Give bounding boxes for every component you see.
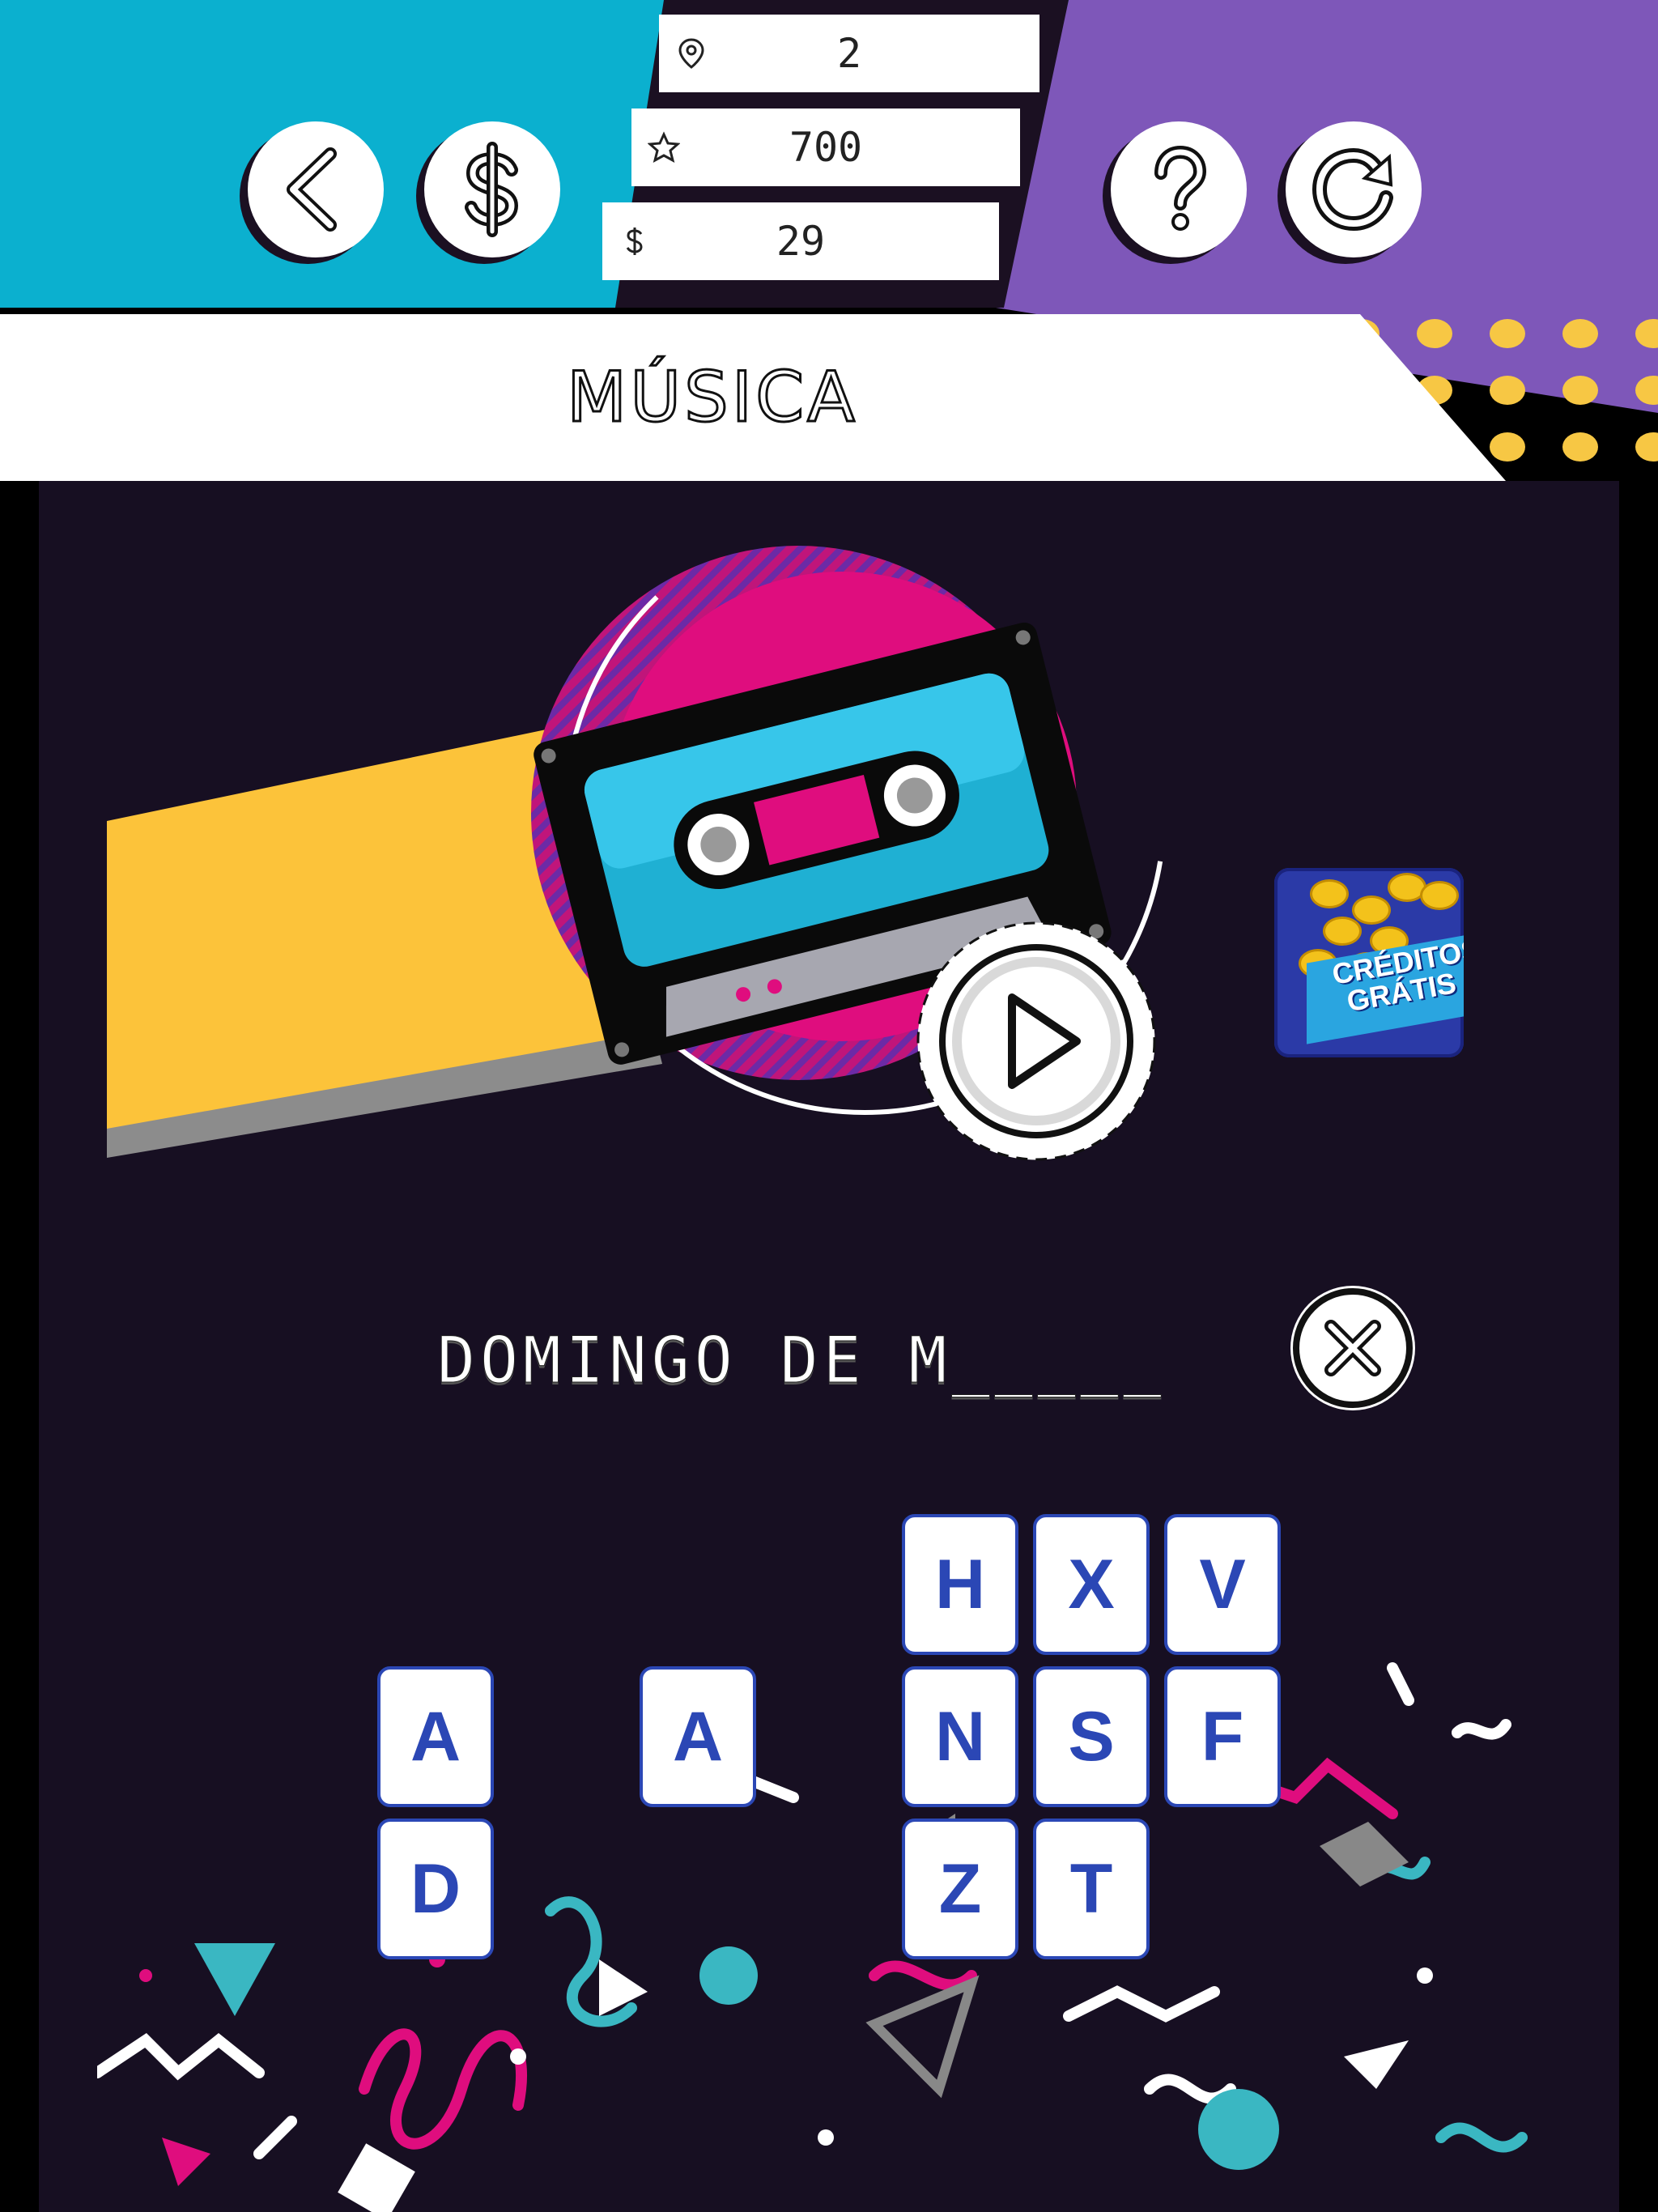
confetti-decoration bbox=[97, 1662, 1528, 2212]
play-icon bbox=[916, 921, 1156, 1161]
level-value: 2 bbox=[836, 30, 862, 77]
letter-tile-h[interactable]: H bbox=[902, 1514, 1018, 1655]
level-stat: 2 bbox=[659, 15, 1039, 92]
coins-value: 29 bbox=[776, 218, 826, 265]
back-arrow-icon bbox=[287, 147, 337, 232]
play-audio-button[interactable] bbox=[915, 920, 1158, 1163]
clear-answer-button[interactable] bbox=[1290, 1286, 1415, 1410]
letter-tile-a[interactable]: A bbox=[377, 1666, 494, 1807]
category-banner: MÚSICA bbox=[0, 314, 1506, 481]
help-button[interactable] bbox=[1111, 121, 1247, 257]
restart-button[interactable] bbox=[1286, 121, 1422, 257]
back-button[interactable] bbox=[248, 121, 384, 257]
coins-stat: 29 bbox=[602, 202, 999, 280]
free-credits-button[interactable]: CRÉDITOS GRÁTIS bbox=[1274, 868, 1464, 1057]
close-icon bbox=[1293, 1288, 1413, 1408]
cassette-illustration bbox=[107, 511, 1167, 1158]
question-mark-icon bbox=[1154, 145, 1207, 231]
shop-button[interactable] bbox=[424, 121, 560, 257]
score-stat: 700 bbox=[631, 108, 1020, 186]
letter-tile-v[interactable]: V bbox=[1164, 1514, 1281, 1655]
letter-tile-a[interactable]: A bbox=[640, 1666, 756, 1807]
main-panel: CRÉDITOS GRÁTIS DOMINGO DE M_____ H X V … bbox=[39, 481, 1619, 2212]
letter-tile-z[interactable]: Z bbox=[902, 1819, 1018, 1959]
letter-tile-d[interactable]: D bbox=[377, 1819, 494, 1959]
location-pin-icon bbox=[675, 37, 708, 70]
game-screen: 2 700 29 MÚSICA CRÉDITOS GRÁTIS DOMINGO … bbox=[0, 0, 1658, 2212]
answer-text: DOMINGO DE M_____ bbox=[436, 1325, 1167, 1398]
letter-tile-f[interactable]: F bbox=[1164, 1666, 1281, 1807]
restart-icon bbox=[1312, 147, 1393, 232]
dollar-icon bbox=[465, 142, 519, 237]
letter-tile-n[interactable]: N bbox=[902, 1666, 1018, 1807]
letter-tile-t[interactable]: T bbox=[1033, 1819, 1150, 1959]
score-value: 700 bbox=[789, 124, 863, 171]
category-title: MÚSICA bbox=[566, 356, 858, 440]
star-icon bbox=[647, 131, 681, 164]
letter-tile-x[interactable]: X bbox=[1033, 1514, 1150, 1655]
letter-tile-s[interactable]: S bbox=[1033, 1666, 1150, 1807]
dollar-icon bbox=[619, 225, 651, 257]
